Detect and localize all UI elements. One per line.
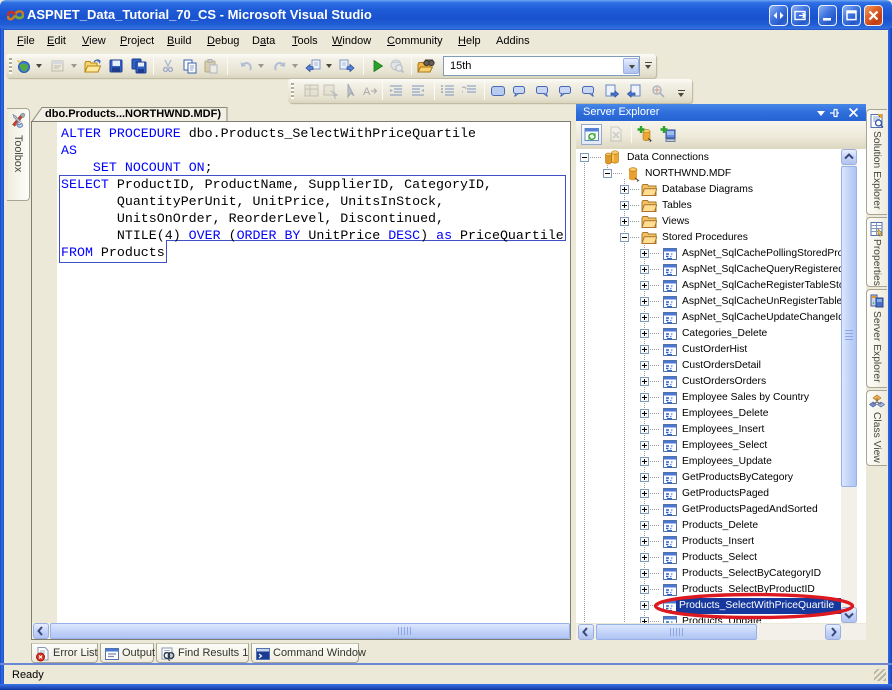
svg-text:A: A [363,86,371,98]
